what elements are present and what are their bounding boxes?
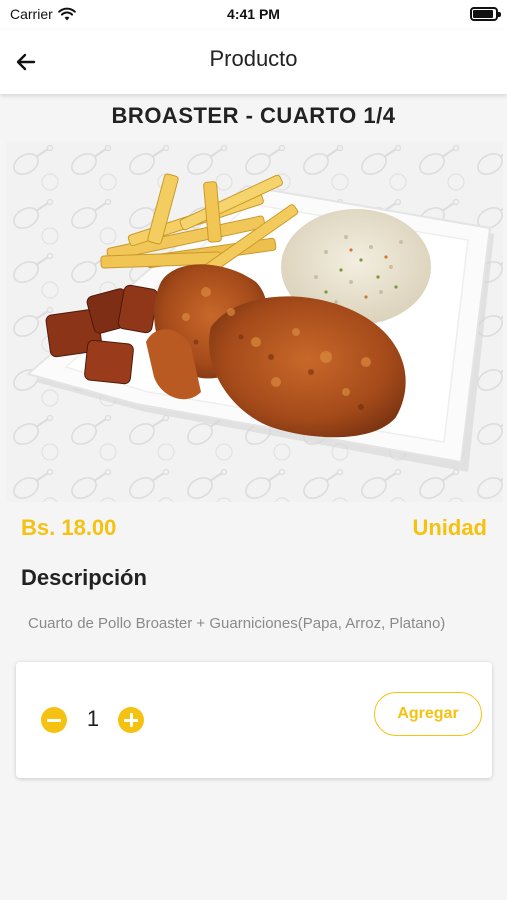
product-image	[6, 142, 503, 502]
nav-bar: Producto	[0, 30, 507, 94]
product-description: Cuarto de Pollo Broaster + Guarniciones(…	[28, 615, 446, 632]
minus-circle-icon	[47, 718, 61, 722]
product-name: BROASTER - CUARTO 1/4	[111, 103, 396, 128]
description-heading: Descripción	[21, 565, 147, 590]
increase-quantity-button[interactable]	[118, 707, 144, 733]
status-bar: Carrier 4:41 PM	[0, 0, 507, 30]
status-time: 4:41 PM	[227, 6, 280, 22]
product-unit: Unidad	[412, 515, 487, 540]
add-to-cart-button[interactable]: Agregar	[374, 692, 482, 736]
decrease-quantity-button[interactable]	[41, 707, 67, 733]
food-plate-illustration	[6, 142, 503, 502]
quantity-value: 1	[86, 706, 100, 731]
add-to-cart-card: 1 Agregar	[16, 662, 492, 778]
battery-icon	[470, 7, 501, 21]
product-price: Bs. 18.00	[21, 515, 117, 540]
page-title: Producto	[209, 46, 298, 71]
